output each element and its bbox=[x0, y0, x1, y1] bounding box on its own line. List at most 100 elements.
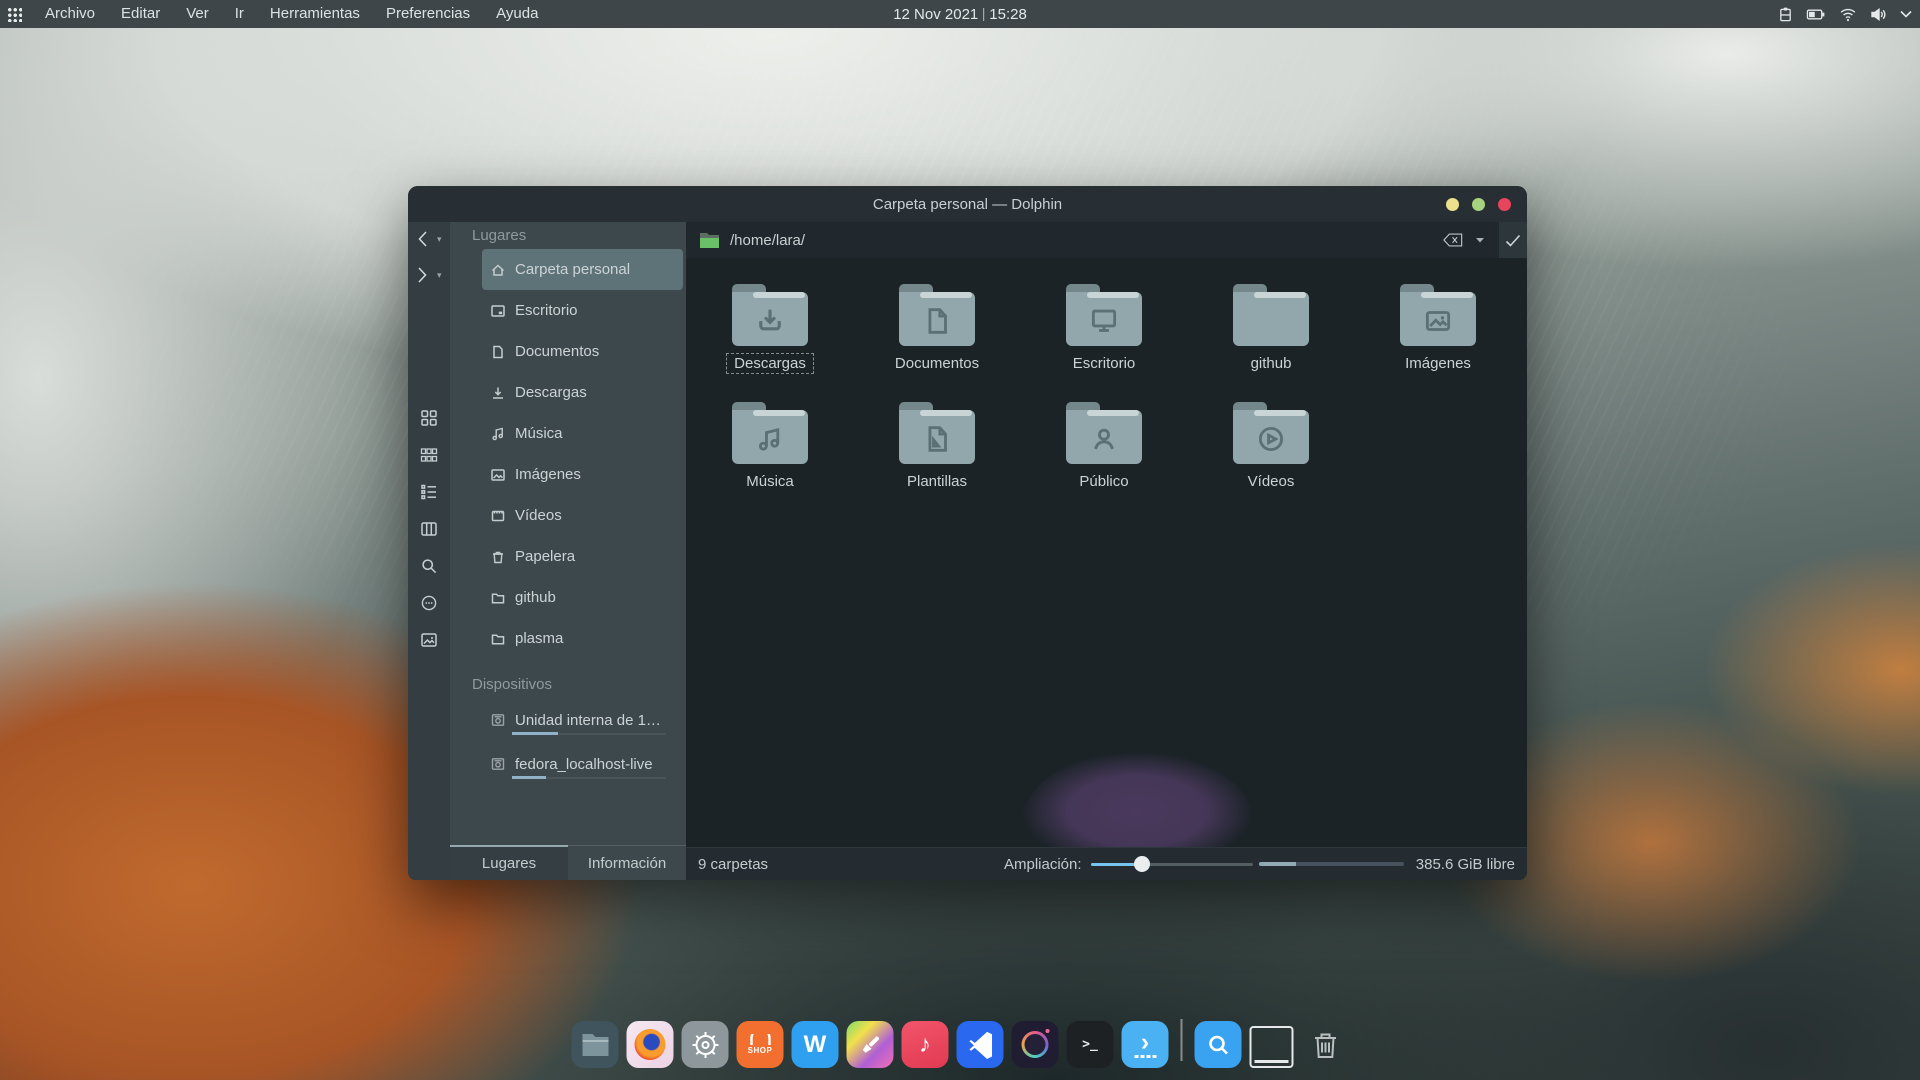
forward-history-caret-icon[interactable]: ▾ bbox=[437, 270, 442, 281]
location-path[interactable]: /home/lara/ bbox=[730, 232, 805, 249]
close-button[interactable] bbox=[1498, 198, 1511, 211]
clipboard-icon[interactable] bbox=[1778, 6, 1793, 23]
search-icon[interactable] bbox=[419, 556, 439, 576]
dock-show-desktop[interactable] bbox=[1250, 1026, 1294, 1075]
volume-icon[interactable] bbox=[1870, 7, 1887, 22]
zoom-slider-knob[interactable] bbox=[1134, 856, 1150, 872]
device-usage-bar bbox=[512, 733, 666, 735]
folder-item-documentos[interactable]: Documentos bbox=[877, 284, 997, 374]
details-view-icon[interactable] bbox=[419, 482, 439, 502]
sidebar-item-descargas[interactable]: Descargas bbox=[450, 372, 686, 413]
dock-wps-office[interactable]: W bbox=[792, 1021, 839, 1075]
panel-tabs: Lugares Información bbox=[450, 845, 686, 880]
maximize-button[interactable] bbox=[1472, 198, 1485, 211]
folder-icon bbox=[1066, 402, 1142, 464]
folder-item-videos[interactable]: Vídeos bbox=[1211, 402, 1331, 492]
menu-ver[interactable]: Ver bbox=[173, 0, 222, 28]
split-view-icon[interactable] bbox=[419, 519, 439, 539]
back-button[interactable]: ▾ bbox=[417, 230, 442, 248]
folder-view[interactable]: Descargas Documentos Esc bbox=[686, 258, 1527, 847]
sidebar-item-videos[interactable]: Vídeos bbox=[450, 495, 686, 536]
accept-location-button[interactable] bbox=[1499, 222, 1527, 258]
menu-preferencias[interactable]: Preferencias bbox=[373, 0, 483, 28]
sidebar-item-carpeta-personal[interactable]: Carpeta personal bbox=[482, 249, 683, 290]
music-icon bbox=[490, 426, 506, 442]
menu-herramientas[interactable]: Herramientas bbox=[257, 0, 373, 28]
battery-icon[interactable] bbox=[1806, 8, 1826, 21]
forward-button[interactable]: ▾ bbox=[417, 266, 442, 284]
app-launcher-grid-icon[interactable] bbox=[7, 7, 22, 22]
folder-icon bbox=[490, 590, 506, 606]
sidebar-item-imagenes[interactable]: Imágenes bbox=[450, 454, 686, 495]
dock-music-app[interactable]: ♪ bbox=[902, 1021, 949, 1075]
clock-divider bbox=[983, 8, 984, 21]
sidebar-item-github[interactable]: github bbox=[450, 577, 686, 618]
dock-firefox[interactable] bbox=[627, 1021, 674, 1075]
folder-item-imagenes[interactable]: Imágenes bbox=[1378, 284, 1498, 374]
wifi-icon[interactable] bbox=[1839, 7, 1857, 22]
dock: SHOP W ♪ >_ › bbox=[572, 1019, 1349, 1075]
dock-file-manager[interactable] bbox=[572, 1021, 619, 1075]
clear-text-icon[interactable] bbox=[1443, 233, 1463, 247]
folder-item-plantillas[interactable]: Plantillas bbox=[877, 402, 997, 492]
compact-view-icon[interactable] bbox=[419, 445, 439, 465]
menu-ayuda[interactable]: Ayuda bbox=[483, 0, 551, 28]
folder-item-escritorio[interactable]: Escritorio bbox=[1044, 284, 1164, 374]
folder-icon bbox=[1233, 284, 1309, 346]
sidebar-item-documentos[interactable]: Documentos bbox=[450, 331, 686, 372]
location-bar[interactable]: /home/lara/ bbox=[686, 222, 1527, 258]
home-icon bbox=[490, 262, 506, 278]
dock-system-settings[interactable] bbox=[682, 1021, 729, 1075]
dock-app-store[interactable]: SHOP bbox=[737, 1021, 784, 1075]
folder-icon bbox=[899, 284, 975, 346]
folder-item-descargas[interactable]: Descargas bbox=[710, 284, 830, 374]
dock-camera-app[interactable] bbox=[1012, 1021, 1059, 1075]
tray-expand-arrow-icon[interactable] bbox=[1900, 10, 1912, 18]
image-emblem-icon bbox=[1400, 298, 1476, 344]
folder-icon bbox=[732, 402, 808, 464]
desktop-icon bbox=[490, 303, 506, 319]
music-note-icon: ♪ bbox=[919, 1031, 931, 1059]
window-controls bbox=[1446, 186, 1511, 222]
film-icon bbox=[490, 508, 506, 524]
sidebar-item-papelera[interactable]: Papelera bbox=[450, 536, 686, 577]
folder-icon bbox=[899, 402, 975, 464]
device-internal-drive[interactable]: Unidad interna de 1… bbox=[450, 698, 686, 742]
more-options-icon[interactable] bbox=[419, 593, 439, 613]
sidebar-item-plasma[interactable]: plasma bbox=[450, 618, 686, 659]
sidebar-item-musica[interactable]: Música bbox=[450, 413, 686, 454]
dock-terminal[interactable]: >_ bbox=[1067, 1021, 1114, 1075]
folder-item-publico[interactable]: Público bbox=[1044, 402, 1164, 492]
clock[interactable]: 12 Nov 2021 15:28 bbox=[893, 6, 1027, 23]
dock-separator bbox=[1181, 1019, 1183, 1061]
lens-ring-icon bbox=[1022, 1031, 1049, 1058]
sidebar-item-label: Papelera bbox=[515, 548, 575, 565]
minimize-button[interactable] bbox=[1446, 198, 1459, 211]
menu-ir[interactable]: Ir bbox=[222, 0, 257, 28]
sidebar-item-escritorio[interactable]: Escritorio bbox=[450, 290, 686, 331]
icons-view-icon[interactable] bbox=[419, 408, 439, 428]
dock-trash[interactable] bbox=[1302, 1021, 1349, 1075]
location-bar-actions bbox=[1443, 233, 1485, 247]
device-fedora-live[interactable]: fedora_localhost-live bbox=[450, 742, 686, 786]
tab-informacion[interactable]: Información bbox=[568, 846, 686, 880]
menu-archivo[interactable]: Archivo bbox=[32, 0, 108, 28]
zoom-slider[interactable] bbox=[1091, 863, 1253, 866]
preview-panel-icon[interactable] bbox=[419, 630, 439, 650]
dock-vscode[interactable] bbox=[957, 1021, 1004, 1075]
folder-item-github[interactable]: github bbox=[1211, 284, 1331, 374]
gear-wheel-icon bbox=[690, 1030, 720, 1060]
dolphin-window: Carpeta personal — Dolphin ▾ ▾ bbox=[408, 186, 1527, 880]
show-desktop-icon bbox=[1250, 1026, 1294, 1068]
folder-item-musica[interactable]: Música bbox=[710, 402, 830, 492]
pixel-arrow-icon: › bbox=[1141, 1032, 1149, 1052]
dock-search-app[interactable] bbox=[1195, 1021, 1242, 1075]
location-dropdown-caret-icon[interactable] bbox=[1475, 237, 1485, 244]
dock-plasma-app[interactable]: › bbox=[1122, 1021, 1169, 1075]
tab-lugares[interactable]: Lugares bbox=[450, 846, 568, 880]
disk-space-group: 385.6 GiB libre bbox=[1259, 856, 1515, 873]
menu-editar[interactable]: Editar bbox=[108, 0, 173, 28]
back-history-caret-icon[interactable]: ▾ bbox=[437, 234, 442, 245]
dock-paint-app[interactable] bbox=[847, 1021, 894, 1075]
sidebar-item-label: Documentos bbox=[515, 343, 599, 360]
